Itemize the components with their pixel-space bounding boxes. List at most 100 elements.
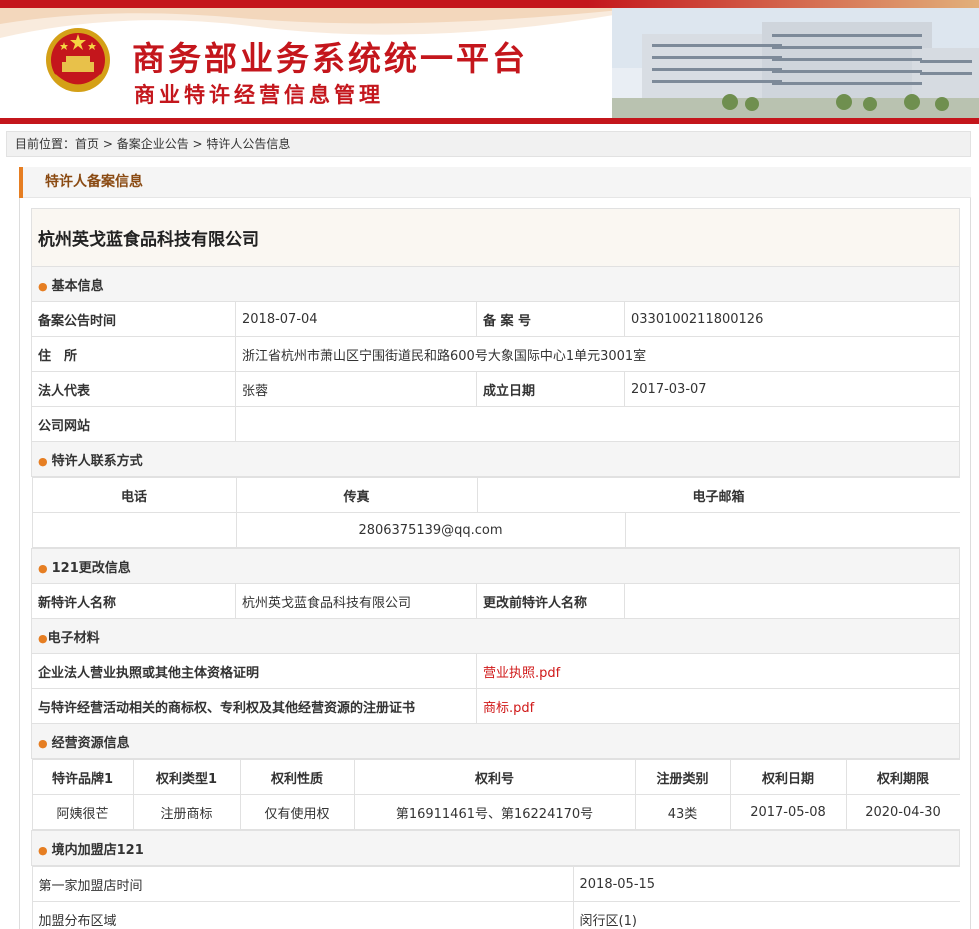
table-row: 住 所 浙江省杭州市萧山区宁围街道民和路600号大象国际中心1单元3001室: [31, 336, 960, 372]
founded-value: 2017-03-07: [624, 371, 960, 407]
breadcrumb-announcements-link[interactable]: 备案企业公告: [117, 137, 189, 151]
column-header: 权利期限: [845, 759, 960, 795]
new-name-value: 杭州英戈蓝食品科技有限公司: [235, 583, 477, 619]
company-name: 杭州英戈蓝食品科技有限公司: [31, 208, 960, 267]
new-name-label: 新特许人名称: [31, 583, 236, 619]
header-bottom-bar: [0, 118, 979, 124]
table-row: 新特许人名称 杭州英戈蓝食品科技有限公司 更改前特许人名称: [31, 583, 960, 619]
bullet-dot-icon: ●: [38, 736, 48, 750]
table-row: 电话 传真 电子邮箱: [31, 477, 960, 513]
legal-rep-value: 张蓉: [235, 371, 477, 407]
website-label: 公司网站: [31, 406, 236, 442]
group-header-change: ● 121更改信息: [31, 548, 960, 584]
group-header-basic: ● 基本信息: [31, 266, 960, 302]
stores-table: 第一家加盟店时间 2018-05-15 加盟分布区域 闵行区(1): [31, 866, 960, 929]
trademark-pdf-link[interactable]: 商标.pdf: [483, 701, 534, 716]
group-title-change: 121更改信息: [51, 560, 131, 576]
resources-table: 特许品牌1 权利类型1 权利性质 权利号 注册类别 权利日期 权利期限 阿姨很芒…: [31, 759, 960, 830]
table-row: 2806375139@qq.com: [31, 512, 960, 548]
franchisor-info-table: 杭州英戈蓝食品科技有限公司 ● 基本信息 备案公告时间 2018-07-04 备 …: [31, 208, 960, 929]
breadcrumb: 目前位置：首页 > 备案企业公告 > 特许人公告信息: [6, 131, 971, 157]
group-title-contact: 特许人联系方式: [51, 453, 143, 469]
table-row: 公司网站: [31, 406, 960, 442]
table-row: 加盟分布区域 闵行区(1): [31, 901, 960, 929]
table-cell: 第16911461号、第16224170号: [353, 794, 636, 830]
fax-value: [624, 512, 960, 548]
group-header-materials: ●电子材料: [31, 618, 960, 654]
platform-subtitle: 商业特许经营信息管理: [134, 83, 384, 107]
group-title-basic: 基本信息: [51, 278, 104, 294]
address-value: 浙江省杭州市萧山区宁围街道民和路600号大象国际中心1单元3001室: [235, 336, 960, 372]
business-license-pdf-link[interactable]: 营业执照.pdf: [483, 666, 560, 681]
breadcrumb-current: 特许人公告信息: [206, 137, 291, 151]
table-cell: 2020-04-30: [845, 794, 960, 830]
national-emblem-icon: [46, 28, 110, 92]
table-row: 阿姨很芒 注册商标 仅有使用权 第16911461号、第16224170号 43…: [31, 794, 960, 830]
phone-header: 电话: [31, 477, 237, 513]
table-row: 与特许经营活动相关的商标权、专利权及其他经营资源的注册证书 商标.pdf: [31, 688, 960, 724]
website-value: [235, 406, 960, 442]
table-cell: 阿姨很芒: [31, 794, 134, 830]
breadcrumb-separator: >: [188, 137, 207, 151]
breadcrumb-home-link[interactable]: 首页: [75, 137, 99, 151]
email-header: 电子邮箱: [476, 477, 960, 513]
email-value: 2806375139@qq.com: [235, 512, 626, 548]
contact-table: 电话 传真 电子邮箱 2806375139@qq.com: [31, 477, 960, 548]
stores-table-row: 第一家加盟店时间 2018-05-15 加盟分布区域 闵行区(1): [31, 866, 960, 929]
section-title: 特许人备案信息: [45, 174, 143, 190]
column-header: 权利性质: [239, 759, 355, 795]
breadcrumb-separator: >: [99, 137, 117, 151]
group-title-stores: 境内加盟店121: [51, 842, 144, 858]
legal-rep-label: 法人代表: [31, 371, 236, 407]
old-name-value: [624, 583, 960, 619]
group-header-resources: ● 经营资源信息: [31, 723, 960, 759]
breadcrumb-prefix: 目前位置：: [15, 137, 76, 151]
header-top-bar: [0, 0, 979, 8]
table-cell: 注册商标: [132, 794, 241, 830]
record-no-value: 0330100211800126: [624, 301, 960, 337]
column-header: 注册类别: [634, 759, 731, 795]
old-name-label: 更改前特许人名称: [476, 583, 625, 619]
group-title-resources: 经营资源信息: [51, 735, 130, 751]
bullet-dot-icon: ●: [38, 843, 48, 857]
bullet-dot-icon: ●: [38, 561, 48, 575]
material-label: 企业法人营业执照或其他主体资格证明: [31, 653, 477, 689]
company-name-row: 杭州英戈蓝食品科技有限公司: [31, 208, 960, 267]
column-header: 权利类型1: [132, 759, 241, 795]
group-header-contact: ● 特许人联系方式: [31, 441, 960, 477]
resources-table-row: 特许品牌1 权利类型1 权利性质 权利号 注册类别 权利日期 权利期限 阿姨很芒…: [31, 759, 960, 831]
table-header-row: 特许品牌1 权利类型1 权利性质 权利号 注册类别 权利日期 权利期限: [31, 759, 960, 795]
column-header: 权利号: [353, 759, 636, 795]
announce-date-label: 备案公告时间: [31, 301, 236, 337]
site-header: 商务部业务系统统一平台 商业特许经营信息管理: [0, 0, 979, 124]
announce-date-value: 2018-07-04: [235, 301, 477, 337]
founded-label: 成立日期: [476, 371, 625, 407]
fax-header: 传真: [235, 477, 478, 513]
section-title-bar: [19, 167, 971, 198]
table-cell: 43类: [634, 794, 731, 830]
group-header-stores: ● 境内加盟店121: [31, 830, 960, 866]
group-title-materials: 电子材料: [47, 630, 100, 646]
bullet-dot-icon: ●: [38, 454, 48, 468]
bullet-dot-icon: ●: [38, 279, 48, 293]
contact-header-row: 电话 传真 电子邮箱 2806375139@qq.com: [31, 477, 960, 549]
first-store-label: 第一家加盟店时间: [31, 866, 574, 902]
area-label: 加盟分布区域: [31, 901, 574, 929]
bullet-dot-icon: ●: [38, 631, 48, 645]
column-header: 特许品牌1: [31, 759, 134, 795]
table-cell: 仅有使用权: [239, 794, 355, 830]
table-row: 第一家加盟店时间 2018-05-15: [31, 866, 960, 902]
address-label: 住 所: [31, 336, 236, 372]
section-title-accent: [19, 167, 23, 198]
table-cell: 2017-05-08: [729, 794, 847, 830]
material-label: 与特许经营活动相关的商标权、专利权及其他经营资源的注册证书: [31, 688, 477, 724]
table-row: 企业法人营业执照或其他主体资格证明 营业执照.pdf: [31, 653, 960, 689]
column-header: 权利日期: [729, 759, 847, 795]
area-value: 闵行区(1): [572, 901, 960, 929]
ministry-building-image: [612, 8, 979, 118]
record-no-label: 备 案 号: [476, 301, 625, 337]
table-row: 备案公告时间 2018-07-04 备 案 号 0330100211800126: [31, 301, 960, 337]
platform-title: 商务部业务系统统一平台: [132, 39, 528, 78]
phone-value: [31, 512, 237, 548]
table-row: 法人代表 张蓉 成立日期 2017-03-07: [31, 371, 960, 407]
